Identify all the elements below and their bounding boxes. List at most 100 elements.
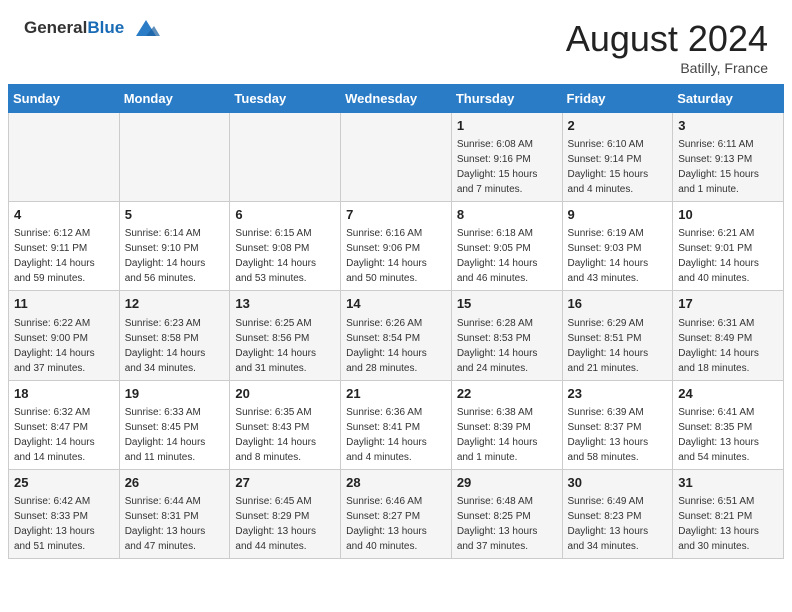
calendar-day: 31 Sunrise: 6:51 AM Sunset: 8:21 PM Dayli… (673, 469, 784, 558)
title-block: August 2024 Batilly, France (566, 18, 768, 76)
day-info: Sunrise: 6:22 AM Sunset: 9:00 PM Dayligh… (14, 318, 95, 374)
day-info: Sunrise: 6:46 AM Sunset: 8:27 PM Dayligh… (346, 496, 427, 552)
day-number: 23 (568, 385, 668, 403)
page-header: GeneralBlue August 2024 Batilly, France (0, 0, 792, 84)
day-number: 11 (14, 295, 114, 313)
day-info: Sunrise: 6:32 AM Sunset: 8:47 PM Dayligh… (14, 407, 95, 463)
calendar-day: 17 Sunrise: 6:31 AM Sunset: 8:49 PM Dayli… (673, 291, 784, 380)
calendar-day: 8 Sunrise: 6:18 AM Sunset: 9:05 PM Daylig… (451, 202, 562, 291)
day-number: 10 (678, 206, 778, 224)
day-number: 12 (125, 295, 225, 313)
calendar-day: 7 Sunrise: 6:16 AM Sunset: 9:06 PM Daylig… (341, 202, 452, 291)
day-info: Sunrise: 6:08 AM Sunset: 9:16 PM Dayligh… (457, 139, 538, 195)
day-number: 19 (125, 385, 225, 403)
day-info: Sunrise: 6:25 AM Sunset: 8:56 PM Dayligh… (235, 318, 316, 374)
day-number: 29 (457, 474, 557, 492)
calendar-day: 27 Sunrise: 6:45 AM Sunset: 8:29 PM Dayli… (230, 469, 341, 558)
day-number: 7 (346, 206, 446, 224)
calendar-day: 22 Sunrise: 6:38 AM Sunset: 8:39 PM Dayli… (451, 380, 562, 469)
calendar-day: 21 Sunrise: 6:36 AM Sunset: 8:41 PM Dayli… (341, 380, 452, 469)
day-number: 1 (457, 117, 557, 135)
logo-text-blue: Blue (87, 18, 124, 37)
day-number: 27 (235, 474, 335, 492)
day-number: 30 (568, 474, 668, 492)
calendar-day: 11 Sunrise: 6:22 AM Sunset: 9:00 PM Dayli… (9, 291, 120, 380)
logo: GeneralBlue (24, 18, 160, 40)
calendar-day: 25Sunrise: 6:42 AM Sunset: 8:33 PM Dayli… (9, 469, 120, 558)
day-number: 9 (568, 206, 668, 224)
day-info: Sunrise: 6:38 AM Sunset: 8:39 PM Dayligh… (457, 407, 538, 463)
day-number: 20 (235, 385, 335, 403)
day-of-week-header: Monday (119, 85, 230, 113)
day-info: Sunrise: 6:36 AM Sunset: 8:41 PM Dayligh… (346, 407, 427, 463)
calendar-empty (119, 113, 230, 202)
day-info: Sunrise: 6:39 AM Sunset: 8:37 PM Dayligh… (568, 407, 649, 463)
day-info: Sunrise: 6:33 AM Sunset: 8:45 PM Dayligh… (125, 407, 206, 463)
calendar-day: 1 Sunrise: 6:08 AM Sunset: 9:16 PM Daylig… (451, 113, 562, 202)
calendar-day: 12 Sunrise: 6:23 AM Sunset: 8:58 PM Dayli… (119, 291, 230, 380)
day-number: 31 (678, 474, 778, 492)
calendar-day: 10 Sunrise: 6:21 AM Sunset: 9:01 PM Dayli… (673, 202, 784, 291)
day-number: 21 (346, 385, 446, 403)
day-info: Sunrise: 6:31 AM Sunset: 8:49 PM Dayligh… (678, 318, 759, 374)
calendar-body: 1 Sunrise: 6:08 AM Sunset: 9:16 PM Daylig… (9, 113, 784, 559)
calendar-day: 19 Sunrise: 6:33 AM Sunset: 8:45 PM Dayli… (119, 380, 230, 469)
day-number: 14 (346, 295, 446, 313)
day-number: 6 (235, 206, 335, 224)
calendar-day: 18 Sunrise: 6:32 AM Sunset: 8:47 PM Dayli… (9, 380, 120, 469)
calendar-day: 29Sunrise: 6:48 AM Sunset: 8:25 PM Dayli… (451, 469, 562, 558)
day-info: Sunrise: 6:19 AM Sunset: 9:03 PM Dayligh… (568, 228, 649, 284)
day-number: 17 (678, 295, 778, 313)
day-info: Sunrise: 6:21 AM Sunset: 9:01 PM Dayligh… (678, 228, 759, 284)
day-of-week-header: Saturday (673, 85, 784, 113)
calendar-day: 26 Sunrise: 6:44 AM Sunset: 8:31 PM Dayli… (119, 469, 230, 558)
day-info: Sunrise: 6:12 AM Sunset: 9:11 PM Dayligh… (14, 228, 95, 284)
day-of-week-header: Tuesday (230, 85, 341, 113)
calendar-day: 16 Sunrise: 6:29 AM Sunset: 8:51 PM Dayli… (562, 291, 673, 380)
calendar-day: 30 Sunrise: 6:49 AM Sunset: 8:23 PM Dayli… (562, 469, 673, 558)
day-number: 5 (125, 206, 225, 224)
day-info: Sunrise: 6:49 AM Sunset: 8:23 PM Dayligh… (568, 496, 649, 552)
day-info: Sunrise: 6:16 AM Sunset: 9:06 PM Dayligh… (346, 228, 427, 284)
day-info: Sunrise: 6:23 AM Sunset: 8:58 PM Dayligh… (125, 318, 206, 374)
day-number: 8 (457, 206, 557, 224)
day-number: 22 (457, 385, 557, 403)
day-info: Sunrise: 6:15 AM Sunset: 9:08 PM Dayligh… (235, 228, 316, 284)
calendar-empty (230, 113, 341, 202)
day-number: 28 (346, 474, 446, 492)
calendar-table: SundayMondayTuesdayWednesdayThursdayFrid… (8, 84, 784, 559)
day-info: Sunrise: 6:41 AM Sunset: 8:35 PM Dayligh… (678, 407, 759, 463)
day-of-week-header: Friday (562, 85, 673, 113)
day-info: Sunrise: 6:29 AM Sunset: 8:51 PM Dayligh… (568, 318, 649, 374)
calendar-day: 6 Sunrise: 6:15 AM Sunset: 9:08 PM Daylig… (230, 202, 341, 291)
day-info: Sunrise: 6:14 AM Sunset: 9:10 PM Dayligh… (125, 228, 206, 284)
day-number: 2 (568, 117, 668, 135)
day-number: 26 (125, 474, 225, 492)
day-info: Sunrise: 6:10 AM Sunset: 9:14 PM Dayligh… (568, 139, 649, 195)
location-label: Batilly, France (566, 60, 768, 76)
day-of-week-header: Wednesday (341, 85, 452, 113)
day-of-week-header: Thursday (451, 85, 562, 113)
calendar-day: 4Sunrise: 6:12 AM Sunset: 9:11 PM Daylig… (9, 202, 120, 291)
calendar-day: 5 Sunrise: 6:14 AM Sunset: 9:10 PM Daylig… (119, 202, 230, 291)
calendar-day: 2 Sunrise: 6:10 AM Sunset: 9:14 PM Daylig… (562, 113, 673, 202)
day-info: Sunrise: 6:45 AM Sunset: 8:29 PM Dayligh… (235, 496, 316, 552)
calendar-day: 14 Sunrise: 6:26 AM Sunset: 8:54 PM Dayli… (341, 291, 452, 380)
day-of-week-header: Sunday (9, 85, 120, 113)
calendar-day: 24Sunrise: 6:41 AM Sunset: 8:35 PM Dayli… (673, 380, 784, 469)
calendar-day: 20Sunrise: 6:35 AM Sunset: 8:43 PM Dayli… (230, 380, 341, 469)
day-info: Sunrise: 6:18 AM Sunset: 9:05 PM Dayligh… (457, 228, 538, 284)
calendar-empty (9, 113, 120, 202)
logo-text-general: General (24, 18, 87, 37)
day-number: 15 (457, 295, 557, 313)
day-number: 3 (678, 117, 778, 135)
day-info: Sunrise: 6:42 AM Sunset: 8:33 PM Dayligh… (14, 496, 95, 552)
day-number: 18 (14, 385, 114, 403)
logo-icon (132, 18, 160, 40)
day-info: Sunrise: 6:44 AM Sunset: 8:31 PM Dayligh… (125, 496, 206, 552)
day-info: Sunrise: 6:51 AM Sunset: 8:21 PM Dayligh… (678, 496, 759, 552)
calendar-header: SundayMondayTuesdayWednesdayThursdayFrid… (9, 85, 784, 113)
day-number: 16 (568, 295, 668, 313)
month-year-title: August 2024 (566, 18, 768, 60)
day-info: Sunrise: 6:26 AM Sunset: 8:54 PM Dayligh… (346, 318, 427, 374)
